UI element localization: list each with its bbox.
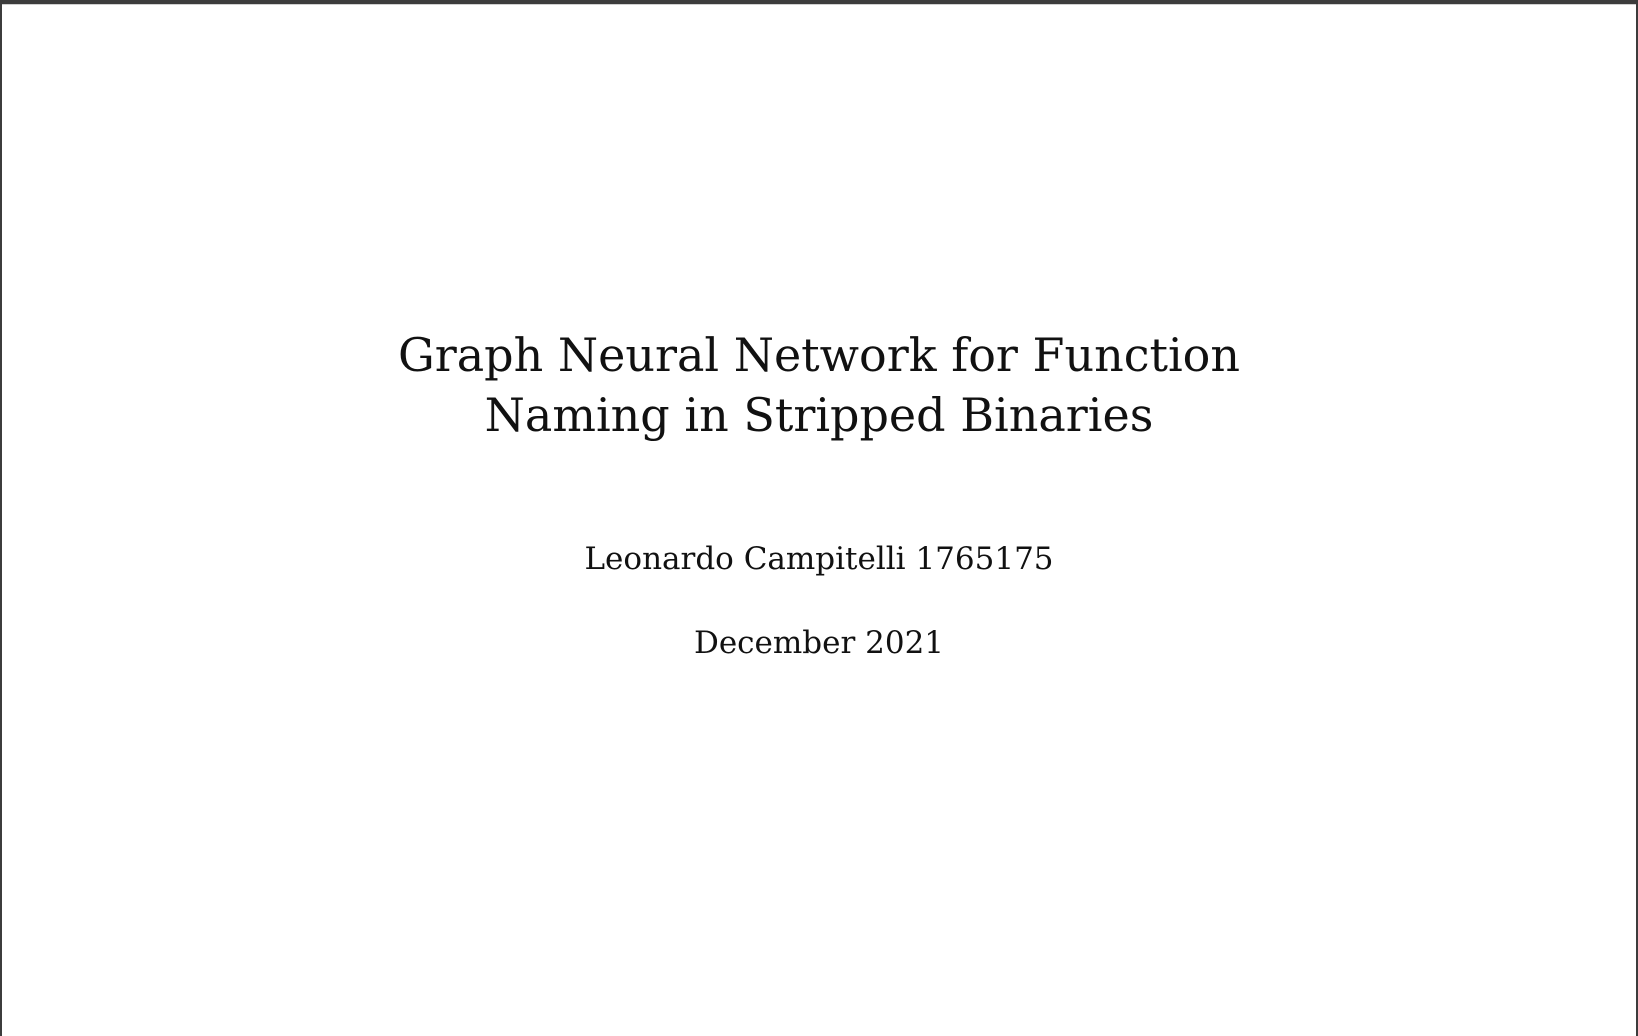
- document-page: Graph Neural Network for Function Naming…: [2, 4, 1636, 1036]
- title-line-1: Graph Neural Network for Function: [398, 328, 1240, 382]
- page-title: Graph Neural Network for Function Naming…: [2, 325, 1636, 445]
- author-line: Leonardo Campitelli 1765175: [584, 541, 1054, 577]
- title-line-2: Naming in Stripped Binaries: [484, 388, 1154, 442]
- date-line: December 2021: [693, 625, 945, 661]
- document-viewer: Graph Neural Network for Function Naming…: [0, 0, 1638, 1036]
